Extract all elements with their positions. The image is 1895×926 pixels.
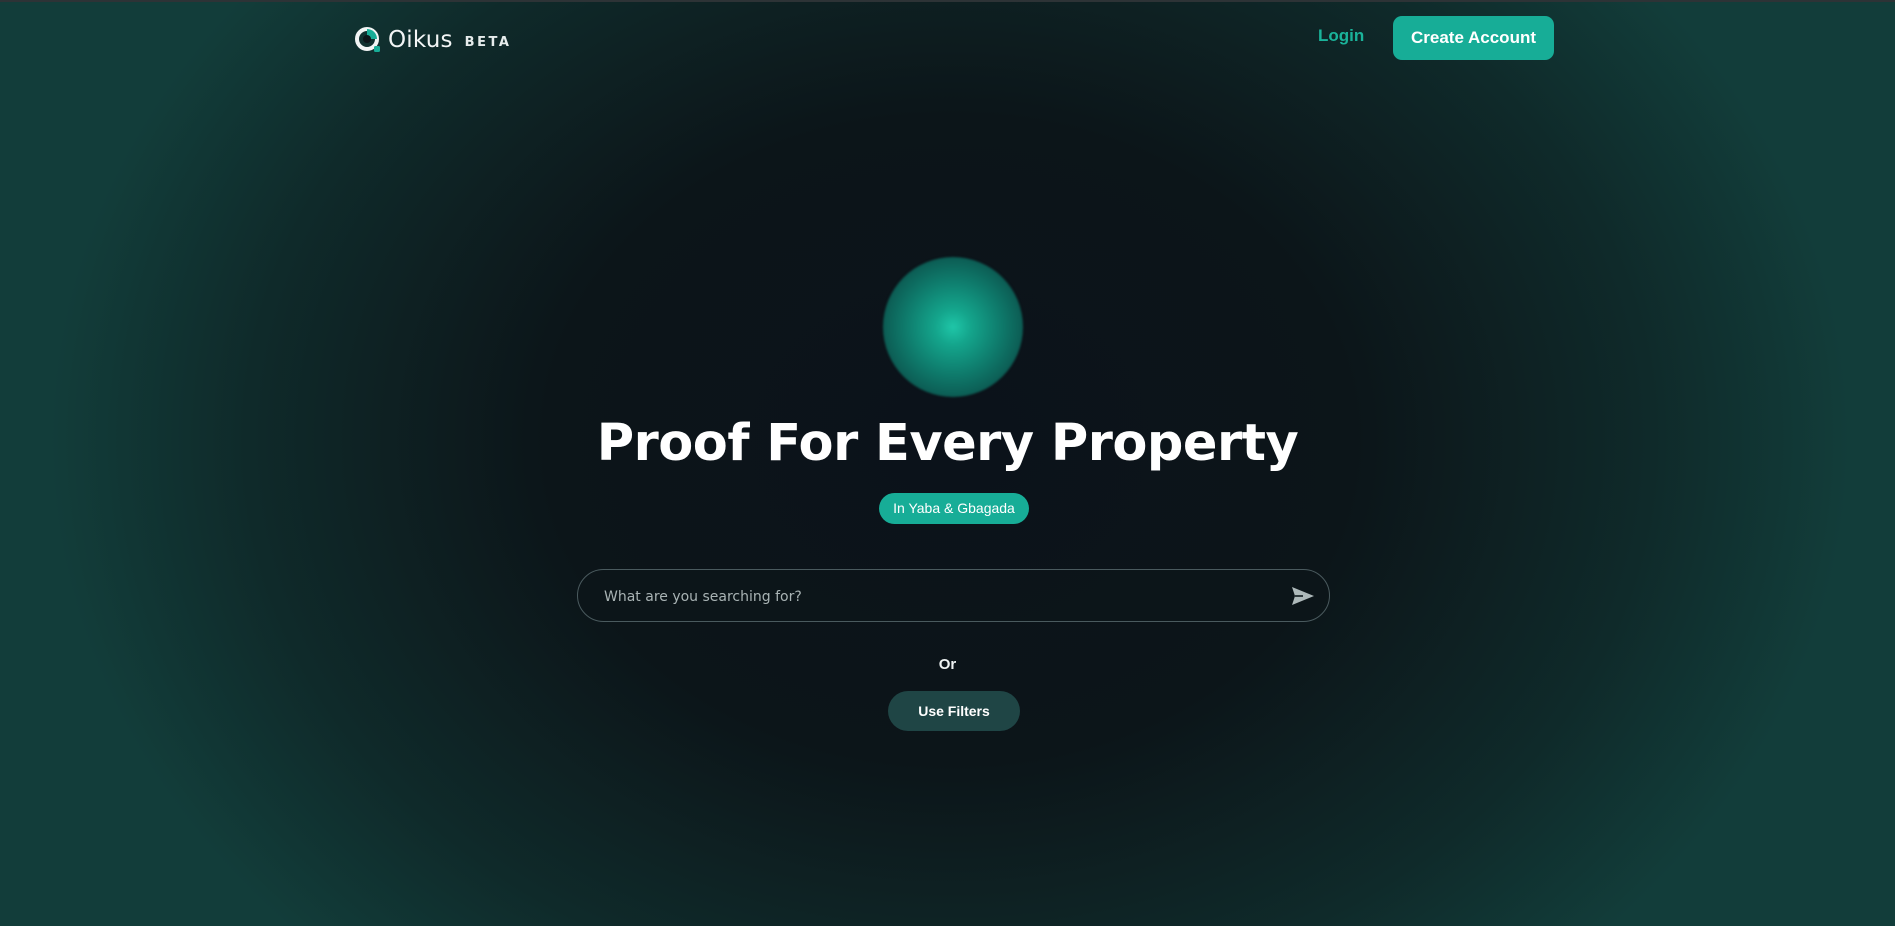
login-link[interactable]: Login (1318, 26, 1364, 46)
location-badge: In Yaba & Gbagada (879, 493, 1029, 524)
search-submit-button[interactable] (1289, 582, 1317, 610)
search-input[interactable] (602, 570, 1246, 623)
or-divider-label: Or (938, 656, 957, 673)
brand-name: Oikus (388, 27, 453, 53)
top-navigation: Oikus BETA Login Create Account (0, 0, 1895, 80)
glowing-orb-graphic (883, 257, 1023, 397)
beta-tag: BETA (464, 35, 512, 50)
create-account-button[interactable]: Create Account (1393, 16, 1554, 60)
hero-title: Proof For Every Property (596, 414, 1299, 473)
brand-logo[interactable]: Oikus BETA (354, 24, 511, 56)
use-filters-button[interactable]: Use Filters (888, 691, 1020, 731)
search-bar (577, 569, 1330, 623)
send-icon (1292, 587, 1314, 605)
logo-mark-icon (355, 27, 380, 52)
